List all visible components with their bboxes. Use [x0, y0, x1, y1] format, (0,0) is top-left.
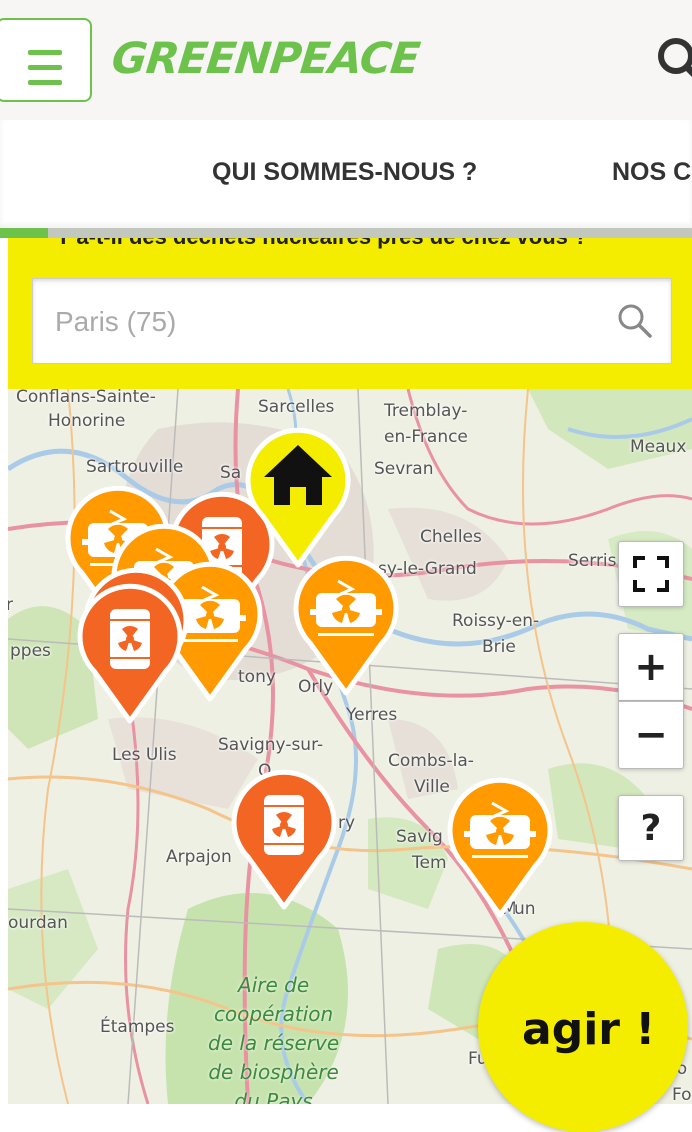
hamburger-icon-bar	[28, 80, 62, 85]
nuclear-train-marker[interactable]	[290, 547, 402, 697]
place-label: Étampes	[100, 1017, 175, 1037]
place-label: Conflans-Sainte-	[16, 389, 156, 407]
fullscreen-button[interactable]	[618, 541, 684, 607]
place-label: Arpajon	[166, 847, 232, 867]
agir-label: agir !	[522, 1004, 656, 1055]
search-icon[interactable]	[617, 303, 653, 339]
hamburger-icon	[28, 50, 62, 55]
location-search-input[interactable]	[33, 279, 617, 365]
place-label: Tem	[412, 853, 447, 873]
place-label: Yerres	[346, 705, 398, 725]
place-label: Sarcelles	[258, 397, 335, 417]
search-icon[interactable]	[656, 36, 692, 86]
place-label: Serris	[568, 551, 617, 571]
place-label: ry	[338, 813, 356, 833]
place-label: Tremblay-	[384, 401, 468, 421]
park-label-line: de biosphère	[208, 1060, 339, 1084]
place-label: Savig	[396, 827, 443, 847]
place-label: Honorine	[48, 411, 126, 431]
nuclear-train-marker[interactable]	[444, 769, 556, 919]
place-label: Fo	[672, 1085, 692, 1104]
nuclear-barrel-marker[interactable]	[228, 761, 340, 911]
place-label: Sartrouville	[86, 457, 184, 477]
park-label-line: du Pays	[234, 1089, 313, 1104]
search-panel: Y a-t-il des déchets nucléaires près de …	[8, 238, 692, 389]
park-label-line: Aire de	[238, 973, 310, 997]
help-button[interactable]: ?	[618, 795, 684, 861]
progress-fill	[0, 228, 48, 238]
location-search-box	[32, 278, 672, 365]
place-label: Meaux	[630, 437, 687, 457]
nav-item-nos[interactable]: NOS C	[612, 158, 691, 187]
place-label: ourdan	[8, 913, 68, 933]
menu-button[interactable]	[0, 18, 92, 102]
zoom-out-button[interactable]: −	[618, 701, 684, 769]
nuclear-barrel-marker[interactable]	[74, 575, 186, 725]
park-label-line: de la réserve	[208, 1031, 340, 1055]
park-label-line: coopération	[213, 1002, 334, 1026]
hamburger-icon-bar	[28, 65, 62, 70]
zoom-in-button[interactable]: +	[618, 633, 684, 701]
fullscreen-icon	[633, 556, 669, 592]
progress-strip	[0, 228, 692, 238]
search-question: Y a-t-il des déchets nucléaires près de …	[56, 238, 587, 250]
site-header: GREENPEACE	[0, 0, 692, 120]
place-label: Roissy-en-	[452, 611, 540, 631]
place-label: Brie	[482, 637, 516, 657]
main-nav: QUI SOMMES-NOUS ? NOS C	[0, 120, 692, 228]
agir-button[interactable]: agir !	[478, 922, 688, 1132]
place-label: r	[8, 595, 13, 615]
park-label: Aire de coopération de la réserve de bio…	[208, 971, 339, 1104]
place-label: Les Ulis	[112, 745, 177, 765]
place-label: Savigny-sur-	[218, 735, 324, 755]
place-label: Sevran	[374, 459, 434, 479]
nav-item-qui-sommes-nous[interactable]: QUI SOMMES-NOUS ?	[212, 158, 477, 187]
place-label: Sa	[220, 463, 242, 483]
place-label: en-France	[384, 427, 468, 447]
place-label: Combs-la-	[388, 751, 474, 771]
place-label: ppes	[10, 641, 51, 661]
greenpeace-logo[interactable]: GREENPEACE	[109, 34, 421, 84]
place-label: Chelles	[420, 527, 482, 547]
